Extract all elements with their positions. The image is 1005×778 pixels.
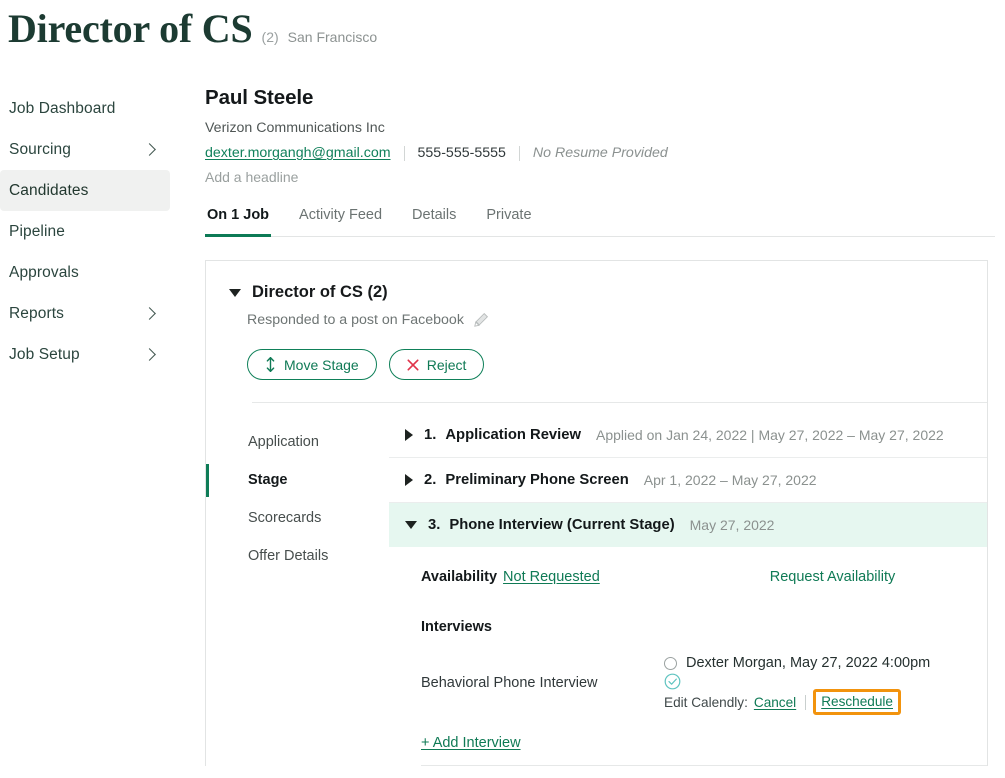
cancel-interview-link[interactable]: Cancel bbox=[754, 695, 796, 710]
stage-dates: May 27, 2022 bbox=[690, 517, 775, 533]
stage-number: 2. bbox=[424, 472, 436, 488]
expand-triangle-icon[interactable] bbox=[405, 429, 413, 441]
sidebar-item-approvals[interactable]: Approvals bbox=[0, 252, 170, 293]
sidebar-item-label: Reports bbox=[9, 305, 64, 323]
stage-dates: Applied on Jan 24, 2022 | May 27, 2022 –… bbox=[596, 427, 944, 443]
divider bbox=[404, 146, 405, 161]
page-title-count: (2) bbox=[262, 29, 279, 45]
sidebar-item-label: Approvals bbox=[9, 264, 79, 282]
stage-list: 1. Application Review Applied on Jan 24,… bbox=[389, 403, 987, 766]
candidate-contact-row: dexter.morgangh@gmail.com 555-555-5555 N… bbox=[205, 145, 995, 161]
request-availability-link[interactable]: Request Availability bbox=[770, 569, 895, 585]
candidate-phone: 555-555-5555 bbox=[418, 145, 506, 161]
sidebar: Job Dashboard Sourcing Candidates Pipeli… bbox=[0, 88, 170, 375]
candidate-tabs: On 1 Job Activity Feed Details Private bbox=[205, 203, 995, 237]
collapse-triangle-icon[interactable] bbox=[405, 521, 417, 529]
stage-name: Phone Interview (Current Stage) bbox=[449, 517, 674, 533]
reschedule-highlight-box: Reschedule bbox=[813, 689, 901, 715]
job-card-title-row: Director of CS (2) bbox=[229, 283, 987, 302]
stage-dates: Apr 1, 2022 – May 27, 2022 bbox=[644, 472, 817, 488]
candidate-email-link[interactable]: dexter.morgangh@gmail.com bbox=[205, 145, 391, 161]
reject-button[interactable]: Reject bbox=[389, 349, 485, 380]
availability-status-link[interactable]: Not Requested bbox=[503, 569, 600, 585]
reject-label: Reject bbox=[427, 357, 467, 373]
job-card-body: Application Stage Scorecards Offer Detai… bbox=[206, 403, 987, 766]
stage-name: Preliminary Phone Screen bbox=[445, 472, 628, 488]
subnav-item-offer-details[interactable]: Offer Details bbox=[206, 537, 389, 575]
chevron-right-icon bbox=[143, 307, 156, 320]
job-card-subnav: Application Stage Scorecards Offer Detai… bbox=[206, 403, 389, 766]
sidebar-item-sourcing[interactable]: Sourcing bbox=[0, 129, 170, 170]
sidebar-item-label: Sourcing bbox=[9, 141, 71, 159]
collapse-triangle-icon[interactable] bbox=[229, 289, 241, 297]
interview-slot-row: Dexter Morgan, May 27, 2022 4:00pm bbox=[664, 655, 987, 671]
page-title: Director of CS bbox=[8, 6, 253, 52]
reject-x-icon bbox=[407, 359, 419, 371]
interview-details: Dexter Morgan, May 27, 2022 4:00pm Edit … bbox=[664, 655, 987, 711]
job-card-title: Director of CS (2) bbox=[252, 283, 388, 302]
interview-edit-row: Edit Calendly: Cancel Reschedule bbox=[664, 693, 987, 711]
divider bbox=[421, 765, 987, 766]
subnav-item-scorecards[interactable]: Scorecards bbox=[206, 499, 389, 537]
sidebar-item-pipeline[interactable]: Pipeline bbox=[0, 211, 170, 252]
reschedule-interview-link[interactable]: Reschedule bbox=[821, 694, 893, 709]
divider bbox=[805, 695, 806, 710]
sidebar-item-reports[interactable]: Reports bbox=[0, 293, 170, 334]
main-content: Paul Steele Verizon Communications Inc d… bbox=[205, 86, 995, 766]
candidate-company: Verizon Communications Inc bbox=[205, 120, 995, 136]
sidebar-item-label: Job Dashboard bbox=[9, 100, 115, 118]
subnav-item-stage[interactable]: Stage bbox=[206, 461, 389, 499]
add-interview-wrapper: + Add Interview bbox=[421, 725, 987, 752]
availability-label: Availability bbox=[421, 569, 497, 585]
divider bbox=[519, 146, 520, 161]
edit-calendly-label: Edit Calendly: bbox=[664, 695, 748, 710]
subnav-item-application[interactable]: Application bbox=[206, 423, 389, 461]
stage-number: 1. bbox=[424, 427, 436, 443]
stage-detail-panel: Availability Not Requested Request Avail… bbox=[389, 547, 987, 766]
expand-triangle-icon[interactable] bbox=[405, 474, 413, 486]
stage-row-phone-interview[interactable]: 3. Phone Interview (Current Stage) May 2… bbox=[389, 503, 987, 547]
sidebar-item-label: Job Setup bbox=[9, 346, 80, 364]
sidebar-item-job-dashboard[interactable]: Job Dashboard bbox=[0, 88, 170, 129]
interview-slot-radio[interactable] bbox=[664, 657, 677, 670]
page-title-location: San Francisco bbox=[288, 29, 377, 45]
stage-row-preliminary-phone-screen[interactable]: 2. Preliminary Phone Screen Apr 1, 2022 … bbox=[389, 458, 987, 503]
move-stage-icon bbox=[265, 357, 276, 372]
tab-activity-feed[interactable]: Activity Feed bbox=[297, 203, 384, 237]
tab-private[interactable]: Private bbox=[484, 203, 533, 237]
tab-on-1-job[interactable]: On 1 Job bbox=[205, 203, 271, 237]
job-card: Director of CS (2) Responded to a post o… bbox=[205, 260, 988, 766]
chevron-right-icon bbox=[143, 348, 156, 361]
stage-name: Application Review bbox=[445, 427, 581, 443]
stage-row-application-review[interactable]: 1. Application Review Applied on Jan 24,… bbox=[389, 413, 987, 458]
interview-interviewer-and-time: Dexter Morgan, May 27, 2022 4:00pm bbox=[686, 655, 930, 671]
move-stage-label: Move Stage bbox=[284, 357, 359, 373]
check-circle-icon bbox=[664, 673, 987, 690]
candidate-name: Paul Steele bbox=[205, 86, 995, 110]
job-card-actions: Move Stage Reject bbox=[247, 349, 987, 380]
add-interview-link[interactable]: + Add Interview bbox=[421, 735, 521, 751]
pencil-icon[interactable] bbox=[473, 312, 489, 328]
job-source-text: Responded to a post on Facebook bbox=[247, 312, 464, 328]
sidebar-item-candidates[interactable]: Candidates bbox=[0, 170, 170, 211]
interview-name: Behavioral Phone Interview bbox=[421, 675, 664, 691]
tab-details[interactable]: Details bbox=[410, 203, 458, 237]
interviews-heading: Interviews bbox=[421, 619, 987, 635]
candidate-headline-placeholder[interactable]: Add a headline bbox=[205, 169, 995, 185]
candidate-resume-status: No Resume Provided bbox=[533, 145, 668, 161]
job-source-row: Responded to a post on Facebook bbox=[247, 312, 987, 328]
job-card-header: Director of CS (2) Responded to a post o… bbox=[206, 261, 987, 403]
sidebar-item-job-setup[interactable]: Job Setup bbox=[0, 334, 170, 375]
sidebar-item-label: Pipeline bbox=[9, 223, 65, 241]
sidebar-item-label: Candidates bbox=[9, 182, 88, 200]
chevron-right-icon bbox=[143, 143, 156, 156]
move-stage-button[interactable]: Move Stage bbox=[247, 349, 377, 380]
availability-row: Availability Not Requested Request Avail… bbox=[421, 569, 987, 585]
page-header: Director of CS (2) San Francisco bbox=[8, 6, 377, 52]
interview-row: Behavioral Phone Interview Dexter Morgan… bbox=[421, 655, 987, 711]
stage-number: 3. bbox=[428, 517, 440, 533]
